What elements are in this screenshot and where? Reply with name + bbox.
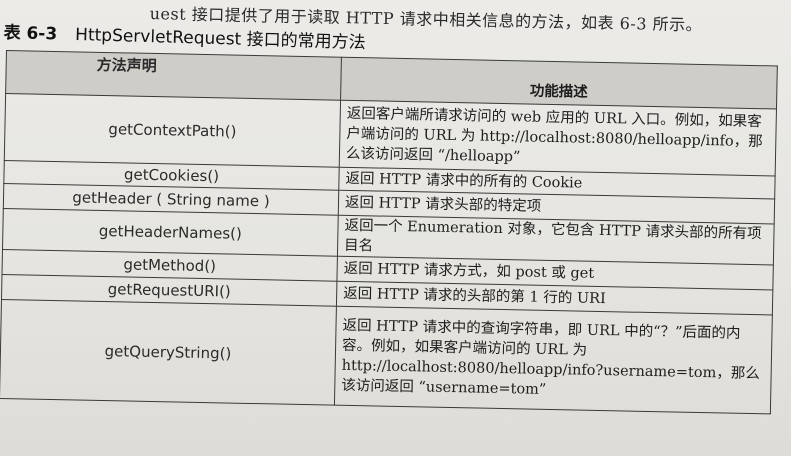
description-cell: 返回 HTTP 请求中的查询字符串，即 URL 中的“？”后面的内容。例如，如果… (334, 306, 773, 414)
methods-table-wrapper: 方法声明 功能描述 getContextPath() 返回客户端所请求访问的 w… (0, 50, 778, 414)
book-page: uest 接口提供了用于读取 HTTP 请求中相关信息的方法，如表 6-3 所示… (0, 0, 791, 456)
table-row: getQueryString() 返回 HTTP 请求中的查询字符串，即 URL… (0, 299, 773, 414)
method-cell: getHeaderNames() (2, 208, 339, 257)
table-number: 表 6-3 (3, 22, 58, 45)
description-cell: 返回客户端所请求访问的 web 应用的 URL 入口。例如，如果客户端访问的 U… (339, 100, 777, 176)
header-method: 方法声明 (5, 50, 342, 101)
table-title: HttpServletRequest 接口的常用方法 (74, 24, 366, 54)
method-cell: getContextPath() (4, 93, 341, 168)
methods-table: 方法声明 功能描述 getContextPath() 返回客户端所请求访问的 w… (0, 50, 778, 414)
method-cell: getQueryString() (0, 299, 337, 406)
